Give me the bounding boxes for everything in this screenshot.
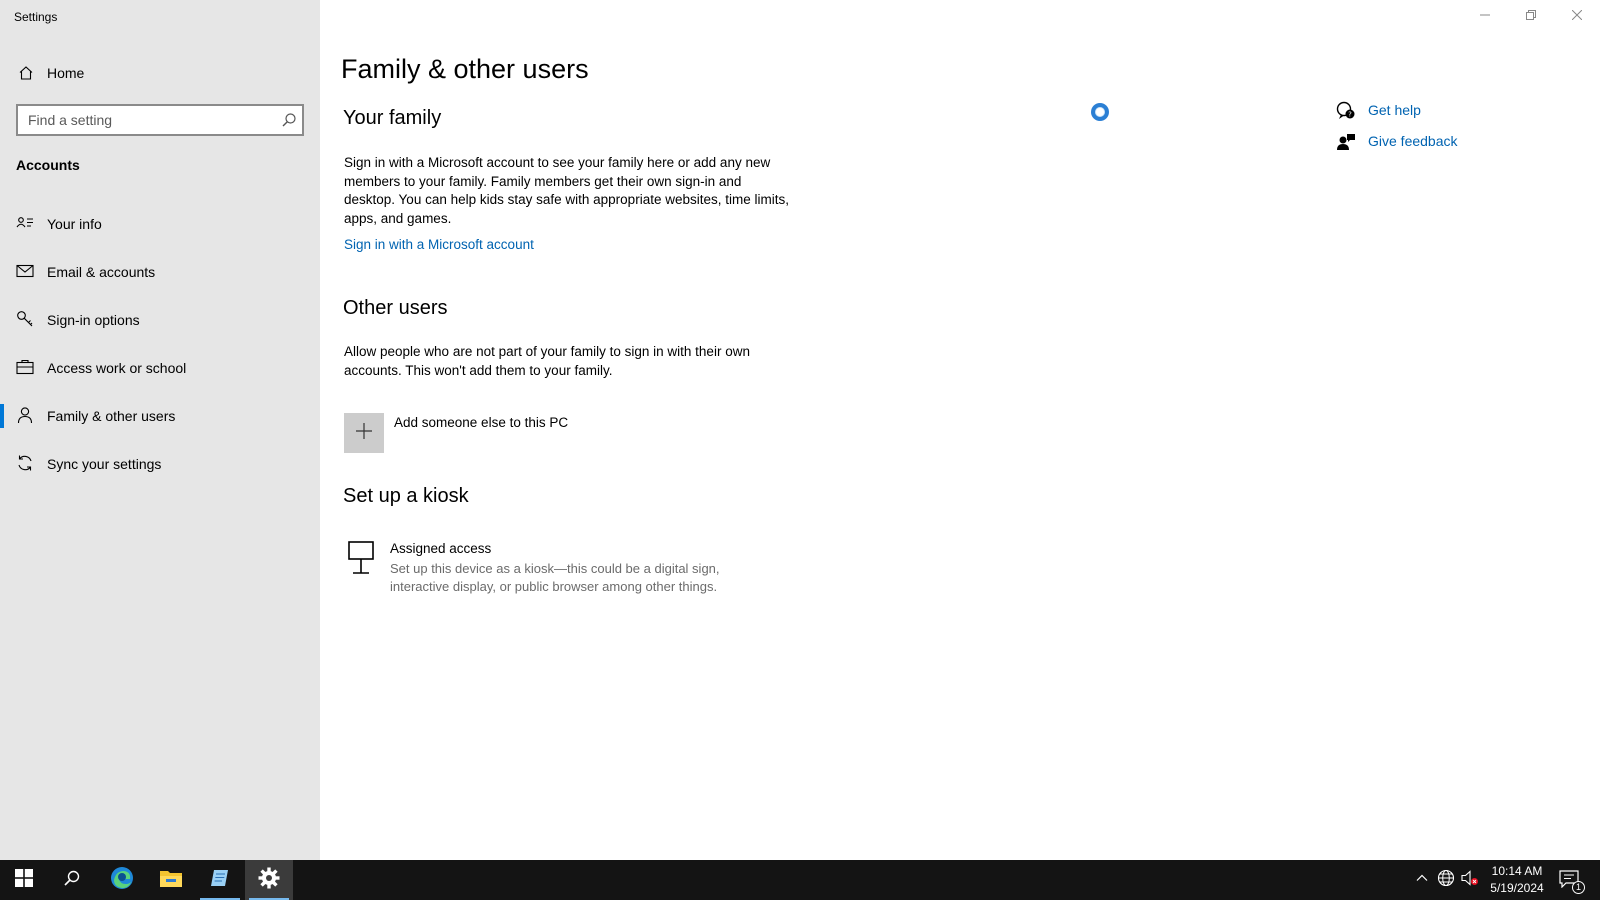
sidebar-item-your-info[interactable]: Your info bbox=[0, 200, 320, 248]
app-title: Settings bbox=[14, 10, 58, 24]
sidebar-item-label: Sign-in options bbox=[47, 312, 140, 328]
plus-icon bbox=[355, 422, 373, 445]
start-button[interactable] bbox=[0, 860, 48, 900]
gear-icon bbox=[258, 867, 280, 894]
sidebar-item-label: Family & other users bbox=[47, 408, 176, 424]
other-users-description: Allow people who are not part of your fa… bbox=[344, 344, 750, 378]
taskbar-search-button[interactable] bbox=[48, 860, 96, 900]
folder-icon bbox=[159, 868, 183, 893]
close-icon bbox=[1571, 7, 1583, 25]
close-button[interactable] bbox=[1554, 0, 1600, 32]
sidebar-item-access-work-school[interactable]: Access work or school bbox=[0, 344, 320, 392]
show-hidden-icons-button[interactable] bbox=[1412, 870, 1432, 890]
your-family-description: Sign in with a Microsoft account to see … bbox=[344, 155, 789, 226]
assigned-access-description: Set up this device as a kiosk—this could… bbox=[390, 561, 720, 594]
svg-text:?: ? bbox=[1348, 111, 1352, 119]
sidebar-item-sync-settings[interactable]: Sync your settings bbox=[0, 440, 320, 488]
page-title: Family & other users bbox=[341, 54, 589, 84]
other-users-heading: Other users bbox=[343, 297, 448, 319]
briefcase-icon bbox=[16, 358, 34, 376]
chevron-up-icon bbox=[1416, 871, 1428, 889]
taskbar: 10:14 AM 5/19/2024 1 bbox=[0, 860, 1600, 900]
home-icon bbox=[18, 65, 34, 81]
taskbar-file-explorer-button[interactable] bbox=[147, 860, 195, 900]
sidebar: Settings Home Accounts Your info bbox=[0, 0, 320, 860]
windows-logo-icon bbox=[15, 868, 33, 892]
sidebar-item-label: Your info bbox=[47, 216, 102, 232]
minimize-icon bbox=[1480, 7, 1490, 25]
caption-buttons bbox=[1462, 0, 1600, 32]
kiosk-heading: Set up a kiosk bbox=[343, 485, 469, 507]
notification-icon: 1 bbox=[1559, 870, 1585, 894]
notification-count-badge: 1 bbox=[1572, 881, 1585, 894]
search-input[interactable] bbox=[18, 106, 270, 134]
volume-tray-button[interactable] bbox=[1460, 869, 1480, 892]
your-family-heading: Your family bbox=[343, 107, 442, 129]
clock-time: 10:14 AM bbox=[1491, 864, 1543, 878]
search-icon bbox=[63, 869, 81, 892]
sidebar-item-email-accounts[interactable]: Email & accounts bbox=[0, 248, 320, 296]
action-center-button[interactable]: 1 bbox=[1558, 870, 1585, 894]
nav-list: Your info Email & accounts Sign-in optio… bbox=[0, 200, 320, 488]
sidebar-item-label: Sync your settings bbox=[47, 456, 162, 472]
taskbar-settings-button[interactable] bbox=[245, 860, 293, 900]
chat-help-icon: ? bbox=[1336, 101, 1356, 121]
taskbar-edge-button[interactable] bbox=[98, 860, 146, 900]
kiosk-icon bbox=[348, 541, 374, 575]
assigned-access-link[interactable]: Assigned access bbox=[390, 541, 491, 556]
feedback-icon bbox=[1336, 132, 1356, 152]
search-icon[interactable] bbox=[280, 111, 298, 129]
globe-network-icon bbox=[1437, 869, 1455, 892]
sidebar-item-family-other-users[interactable]: Family & other users bbox=[0, 392, 320, 440]
sidebar-item-label: Access work or school bbox=[47, 360, 187, 376]
clock-date: 5/19/2024 bbox=[1490, 881, 1544, 895]
get-help-label: Get help bbox=[1368, 102, 1421, 118]
minimize-button[interactable] bbox=[1462, 0, 1508, 32]
sign-in-microsoft-link[interactable]: Sign in with a Microsoft account bbox=[344, 237, 534, 252]
sidebar-item-sign-in-options[interactable]: Sign-in options bbox=[0, 296, 320, 344]
add-user-button[interactable] bbox=[344, 413, 384, 453]
add-user-label[interactable]: Add someone else to this PC bbox=[394, 415, 568, 430]
settings-window: Settings Home Accounts Your info bbox=[0, 0, 1600, 860]
network-tray-button[interactable] bbox=[1436, 869, 1456, 892]
sidebar-item-label: Email & accounts bbox=[47, 264, 156, 280]
home-link[interactable]: Home bbox=[0, 56, 320, 90]
give-feedback-label: Give feedback bbox=[1368, 133, 1458, 149]
contact-card-icon bbox=[16, 214, 34, 232]
section-heading: Accounts bbox=[16, 157, 80, 173]
restore-button[interactable] bbox=[1508, 0, 1554, 32]
search-box bbox=[16, 104, 304, 136]
key-icon bbox=[16, 310, 34, 328]
busy-spinner-icon bbox=[1090, 102, 1110, 122]
restore-icon bbox=[1526, 7, 1536, 25]
mail-icon bbox=[16, 262, 34, 280]
taskbar-app-button[interactable] bbox=[196, 860, 244, 900]
sync-icon bbox=[16, 454, 34, 472]
person-icon bbox=[16, 406, 34, 424]
taskbar-clock[interactable]: 10:14 AM 5/19/2024 bbox=[1482, 863, 1552, 897]
home-label: Home bbox=[47, 65, 85, 81]
volume-muted-icon bbox=[1461, 869, 1479, 892]
notepad-app-icon bbox=[209, 867, 231, 894]
edge-browser-icon bbox=[110, 866, 134, 895]
